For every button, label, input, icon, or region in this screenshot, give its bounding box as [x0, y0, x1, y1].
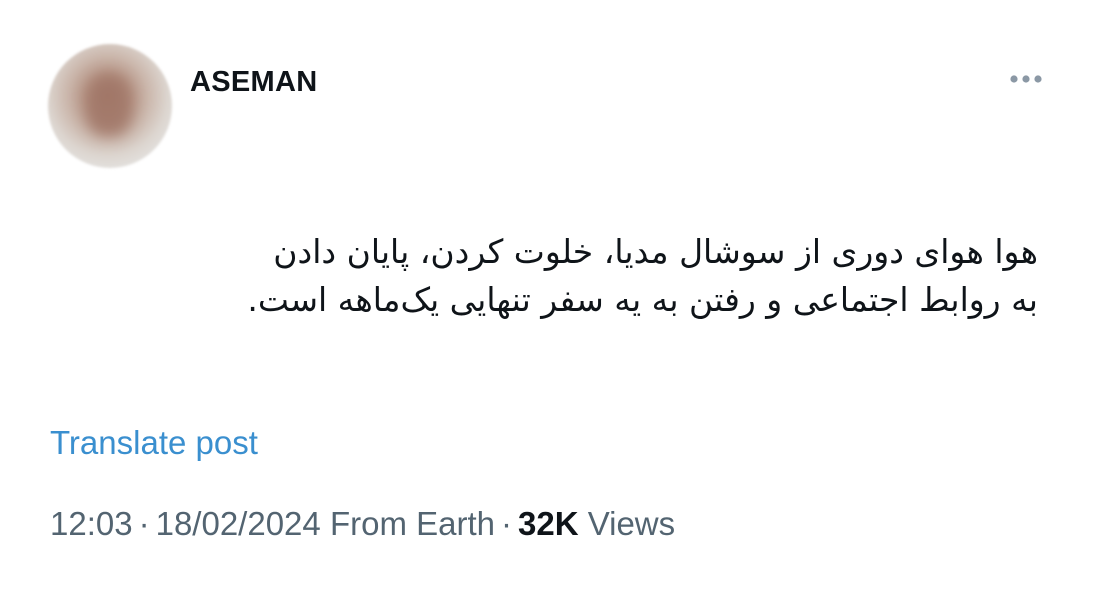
post-text-line-2: به روابط اجتماعی و رفتن به یه سفر تنهایی…	[247, 280, 1038, 319]
more-horizontal-icon	[1010, 75, 1042, 83]
avatar[interactable]	[48, 44, 172, 168]
post-source: From Earth	[329, 505, 495, 542]
views-label: Views	[587, 505, 676, 542]
avatar-blurred-photo	[86, 74, 132, 136]
post-time[interactable]: 12:03	[50, 505, 133, 542]
more-options-button[interactable]	[1002, 64, 1050, 94]
translate-post-link[interactable]: Translate post	[50, 424, 258, 462]
post-text: هوا هوای دوری از سوشال مدیا، خلوت کردن، …	[48, 228, 1038, 324]
post-date[interactable]: 18/02/2024	[156, 505, 321, 542]
post-text-line-1: هوا هوای دوری از سوشال مدیا، خلوت کردن، …	[273, 232, 1038, 271]
views-count[interactable]: 32K	[518, 505, 579, 542]
separator-dot: ·	[138, 505, 150, 542]
post-metadata: 12:03 · 18/02/2024 From Earth · 32K Views	[50, 505, 675, 543]
username[interactable]: ASEMAN	[190, 66, 317, 99]
separator-dot: ·	[500, 505, 512, 542]
tweet-post: ASEMAN هوا هوای دوری از سوشال مدیا، خلوت…	[0, 0, 1100, 600]
